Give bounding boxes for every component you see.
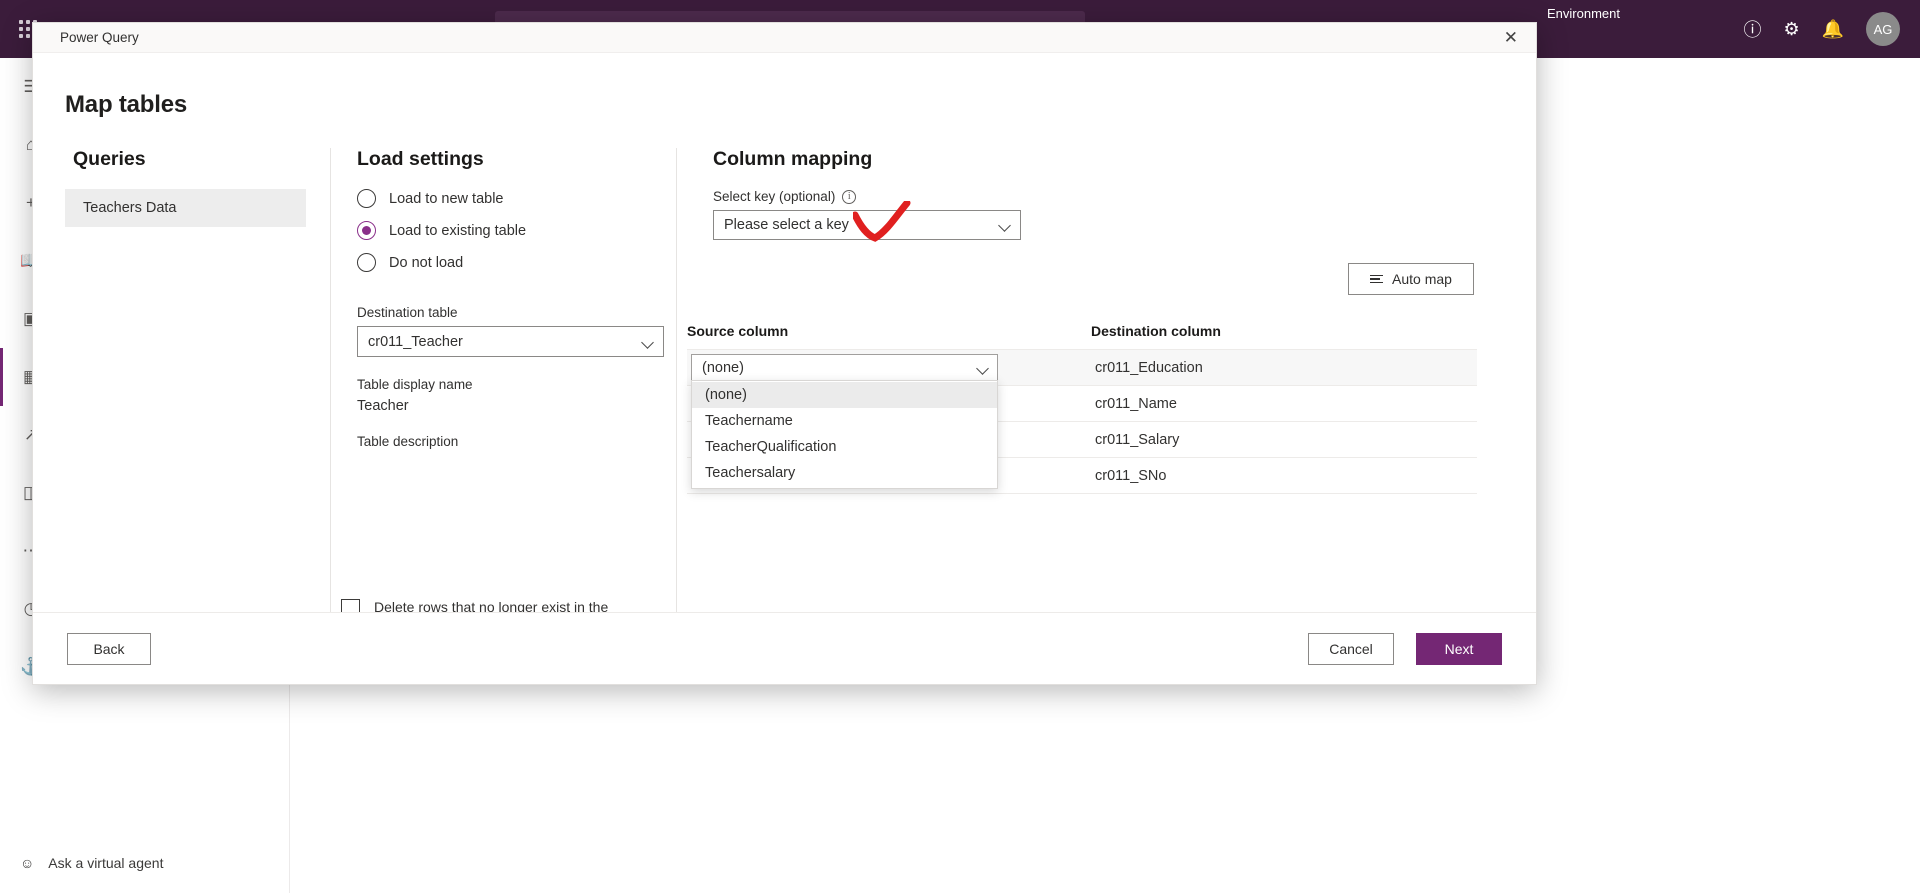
delete-rows-label: Delete rows that no longer exist in the … <box>374 597 636 612</box>
radio-icon-selected <box>357 221 376 240</box>
source-column-dropdown[interactable]: (none) <box>691 354 998 382</box>
select-key-dropdown[interactable]: Please select a key <box>713 210 1021 240</box>
page-title: Map tables <box>65 91 187 119</box>
destination-column-cell: cr011_SNo <box>1091 468 1477 484</box>
queries-title: Queries <box>73 148 330 171</box>
radio-label: Load to existing table <box>389 223 526 239</box>
source-column-dropdown-list[interactable]: (none) Teachername TeacherQualification … <box>691 380 998 489</box>
delete-rows-checkbox[interactable] <box>341 599 360 612</box>
select-key-label-row: Select key (optional) i <box>713 189 1506 204</box>
environment-label: Environment <box>1547 6 1620 22</box>
radio-label: Do not load <box>389 255 463 271</box>
destination-table-label: Destination table <box>357 305 675 320</box>
chevron-down-icon <box>642 336 654 348</box>
source-column-cell: (none) <box>687 354 1091 382</box>
destination-column-cell: cr011_Salary <box>1091 432 1477 448</box>
dropdown-option-teacherqualification[interactable]: TeacherQualification <box>692 434 997 460</box>
close-icon[interactable]: ✕ <box>1498 27 1524 48</box>
cancel-button[interactable]: Cancel <box>1308 633 1394 665</box>
load-settings-panel: Load settings Load to new table Load to … <box>330 148 675 612</box>
select-key-value: Please select a key <box>724 217 849 233</box>
queries-panel: Queries Teachers Data <box>65 148 330 227</box>
power-query-dialog: Power Query ✕ Map tables Queries Teacher… <box>32 22 1537 685</box>
auto-map-button[interactable]: Auto map <box>1348 263 1474 295</box>
top-bar-icon-group: ⓘ ⚙ 🔔 AG <box>1743 0 1900 58</box>
next-button[interactable]: Next <box>1416 633 1502 665</box>
query-list-item[interactable]: Teachers Data <box>65 189 306 227</box>
queries-list: Teachers Data <box>65 189 330 227</box>
destination-column-cell: cr011_Education <box>1091 360 1477 376</box>
column-mapping-header-row: Source column Destination column <box>687 323 1477 350</box>
destination-table-dropdown[interactable]: cr011_Teacher <box>357 326 664 357</box>
agent-icon: ☺ <box>20 855 34 871</box>
info-icon[interactable]: i <box>842 190 856 204</box>
table-display-name-label: Table display name <box>357 377 675 392</box>
radio-load-to-new-table[interactable]: Load to new table <box>357 189 675 208</box>
dropdown-option-teachersalary[interactable]: Teachersalary <box>692 460 997 486</box>
radio-do-not-load[interactable]: Do not load <box>357 253 675 272</box>
auto-map-icon <box>1370 275 1383 284</box>
table-description-label: Table description <box>357 434 675 449</box>
destination-table-value: cr011_Teacher <box>368 334 463 350</box>
destination-column-header: Destination column <box>1091 323 1477 339</box>
load-settings-title: Load settings <box>357 148 675 171</box>
avatar[interactable]: AG <box>1866 12 1900 46</box>
select-key-label: Select key (optional) <box>713 189 835 204</box>
dialog-title: Power Query <box>60 30 139 45</box>
settings-gear-icon[interactable]: ⚙ <box>1783 19 1799 40</box>
source-column-header: Source column <box>687 323 1091 339</box>
table-display-name-value: Teacher <box>357 398 675 414</box>
dropdown-option-none[interactable]: (none) <box>692 382 997 408</box>
destination-column-cell: cr011_Name <box>1091 396 1477 412</box>
column-mapping-panel: Column mapping Select key (optional) i P… <box>676 148 1506 612</box>
back-button[interactable]: Back <box>67 633 151 665</box>
bell-icon[interactable]: 🔔 <box>1822 19 1844 40</box>
delete-rows-checkbox-row[interactable]: Delete rows that no longer exist in the … <box>341 597 671 612</box>
radio-icon <box>357 189 376 208</box>
dialog-body: Map tables Queries Teachers Data Load se… <box>33 53 1536 612</box>
radio-label: Load to new table <box>389 191 503 207</box>
radio-load-to-existing-table[interactable]: Load to existing table <box>357 221 675 240</box>
radio-icon <box>357 253 376 272</box>
ask-virtual-agent-button[interactable]: ☺ Ask a virtual agent <box>0 843 290 883</box>
dialog-title-bar: Power Query ✕ <box>33 23 1536 53</box>
source-column-value: (none) <box>702 360 744 376</box>
column-mapping-title: Column mapping <box>713 148 1506 171</box>
chevron-down-icon <box>977 362 989 374</box>
auto-map-label: Auto map <box>1392 271 1452 287</box>
dropdown-option-teachername[interactable]: Teachername <box>692 408 997 434</box>
footer-right-buttons: Cancel Next <box>1308 633 1502 665</box>
ask-virtual-agent-label: Ask a virtual agent <box>48 855 163 871</box>
dialog-footer: Back Cancel Next <box>33 612 1536 684</box>
chevron-down-icon <box>999 219 1011 231</box>
environment-indicator[interactable]: Environment <box>1547 6 1620 22</box>
help-icon[interactable]: ⓘ <box>1743 16 1761 42</box>
